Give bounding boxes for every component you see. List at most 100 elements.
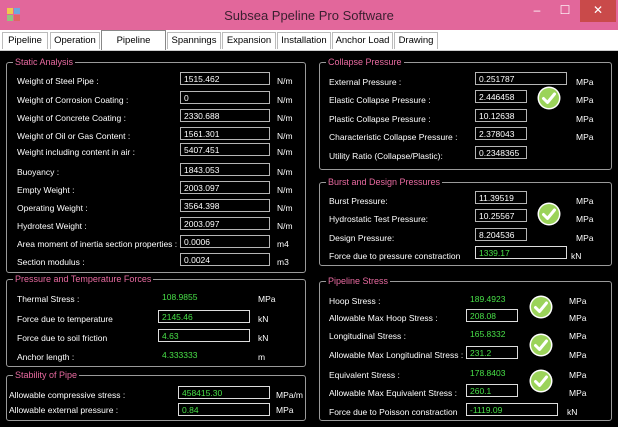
burst-pressure-field[interactable]: 11.39519 [475,191,527,204]
unit-label: kN [567,407,578,417]
row-label: Thermal Stress : [17,294,80,304]
row-label: Plastic Collapse Pressure : [329,114,431,124]
thermal-stress-field[interactable]: 108.9855 [158,290,250,303]
unit-label: m4 [277,239,289,249]
force-poisson-field[interactable]: -1119.09 [466,403,558,416]
section-modulus-field[interactable]: 0.0024 [180,253,270,266]
row-label: Allowable Max Longitudinal Stress : [329,350,464,360]
design-pressure-field[interactable]: 8.204536 [475,228,527,241]
allowable-external-field[interactable]: 0.84 [178,403,270,416]
row-label: Allowable compressive stress : [9,390,126,400]
unit-label: N/m [277,203,293,213]
unit-label: MPa [569,331,587,341]
row-label: Utility Ratio (Collapse/Plastic): [329,151,443,161]
unit-label: N/m [277,113,293,123]
row-label: Hydrostatic Test Pressure: [329,214,429,224]
force-temperature-field[interactable]: 2145.46 [158,310,250,323]
allowable-longitudinal-field[interactable]: 231.2 [466,346,518,359]
check-icon [529,295,553,319]
inertia-moment-field[interactable]: 0.0006 [180,235,270,248]
row-label: Weight of Steel Pipe : [17,76,99,86]
tab-expansion[interactable]: Expansion [222,32,276,49]
external-pressure-field[interactable]: 0.251787 [475,72,567,85]
minimize-button[interactable]: – [524,0,550,22]
tab-anchor-load[interactable]: Anchor Load [332,32,393,49]
stability-title: Stability of Pipe [13,369,80,381]
row-label: Force due to temperature [17,314,113,324]
unit-label: MPa [576,196,594,206]
unit-label: MPa/m [276,390,303,400]
check-icon [529,369,553,393]
unit-label: kN [258,333,269,343]
plastic-collapse-field[interactable]: 10.12638 [475,109,527,122]
row-label: Anchor length : [17,352,75,362]
unit-label: m [258,352,266,362]
unit-label: MPa [276,405,294,415]
force-soil-friction-field[interactable]: 4.63 [158,329,250,342]
row-label: Force due to pressure constraction [329,251,461,261]
unit-label: N/m [277,131,293,141]
unit-label: MPa [576,233,594,243]
unit-label: MPa [576,77,594,87]
unit-label: N/m [277,221,293,231]
weight-concrete-coating-field[interactable]: 2330.688 [180,109,270,122]
check-icon [537,86,561,110]
unit-label: kN [571,251,582,261]
row-label: Allowable external pressure : [9,405,119,415]
tab-bar: Pipeline Operation Pipeline Stress Spann… [0,30,618,66]
unit-label: N/m [277,185,293,195]
characteristic-collapse-field[interactable]: 2.378043 [475,127,527,140]
unit-label: MPa [576,95,594,105]
row-label: Design Pressure: [329,233,395,243]
tab-installation[interactable]: Installation [277,32,331,49]
row-label: Hoop Stress : [329,296,381,306]
buoyancy-field[interactable]: 1843.053 [180,163,270,176]
unit-label: MPa [569,388,587,398]
row-label: Hydrotest Weight : [17,221,87,231]
weight-corrosion-coating-field[interactable]: 0 [180,91,270,104]
longitudinal-stress-field[interactable]: 165.8332 [466,327,518,340]
utility-ratio-field[interactable]: 0.2348365 [475,146,527,159]
title-bar: Subsea Ppeline Pro Software – ☐ ✕ [0,0,618,30]
tab-operation[interactable]: Operation [50,32,100,49]
operating-weight-field[interactable]: 3564.398 [180,199,270,212]
hydrostatic-test-field[interactable]: 10.25567 [475,209,527,222]
elastic-collapse-field[interactable]: 2.446458 [475,90,527,103]
hoop-stress-field[interactable]: 189.4923 [466,292,518,305]
weight-in-air-field[interactable]: 5407.451 [180,143,270,156]
unit-label: MPa [569,370,587,380]
row-label: External Pressure : [329,77,402,87]
row-label: Weight of Concrete Coating : [17,113,126,123]
row-label: Longitudinal Stress : [329,331,407,341]
row-label: Allowable Max Equivalent Stress : [329,388,458,398]
close-button[interactable]: ✕ [580,0,616,22]
empty-weight-field[interactable]: 2003.097 [180,181,270,194]
row-label: Equivalent Stress : [329,370,400,380]
force-pressure-constraction-field[interactable]: 1339.17 [475,246,567,259]
row-label: Weight of Corrosion Coating : [17,95,129,105]
allowable-equivalent-field[interactable]: 260.1 [466,384,518,397]
allowable-hoop-field[interactable]: 208.08 [466,309,518,322]
maximize-button[interactable]: ☐ [552,0,578,22]
tab-spannings[interactable]: Spannings [167,32,221,49]
hydrotest-weight-field[interactable]: 2003.097 [180,217,270,230]
equivalent-stress-field[interactable]: 178.8403 [466,366,518,379]
tab-pipeline[interactable]: Pipeline [2,32,48,49]
collapse-pressure-title: Collapse Pressure [326,56,404,68]
row-label: Force due to soil friction [17,333,108,343]
unit-label: MPa [576,132,594,142]
tab-drawing[interactable]: Drawing [394,32,438,49]
weight-steel-pipe-field[interactable]: 1515.462 [180,72,270,85]
unit-label: N/m [277,95,293,105]
row-label: Weight including content in air : [17,147,135,157]
unit-label: MPa [569,313,587,323]
row-label: Weight of Oil or Gas Content : [17,131,131,141]
row-label: Buoyancy : [17,167,60,177]
weight-content-field[interactable]: 1561.301 [180,127,270,140]
allowable-compressive-field[interactable]: 458415.30 [178,386,270,399]
burst-design-title: Burst and Design Pressures [326,176,443,188]
anchor-length-field[interactable]: 4.333333 [158,348,250,361]
unit-label: N/m [277,76,293,86]
tab-pipeline-stress[interactable]: Pipeline Stress [101,30,166,66]
unit-label: MPa [576,114,594,124]
